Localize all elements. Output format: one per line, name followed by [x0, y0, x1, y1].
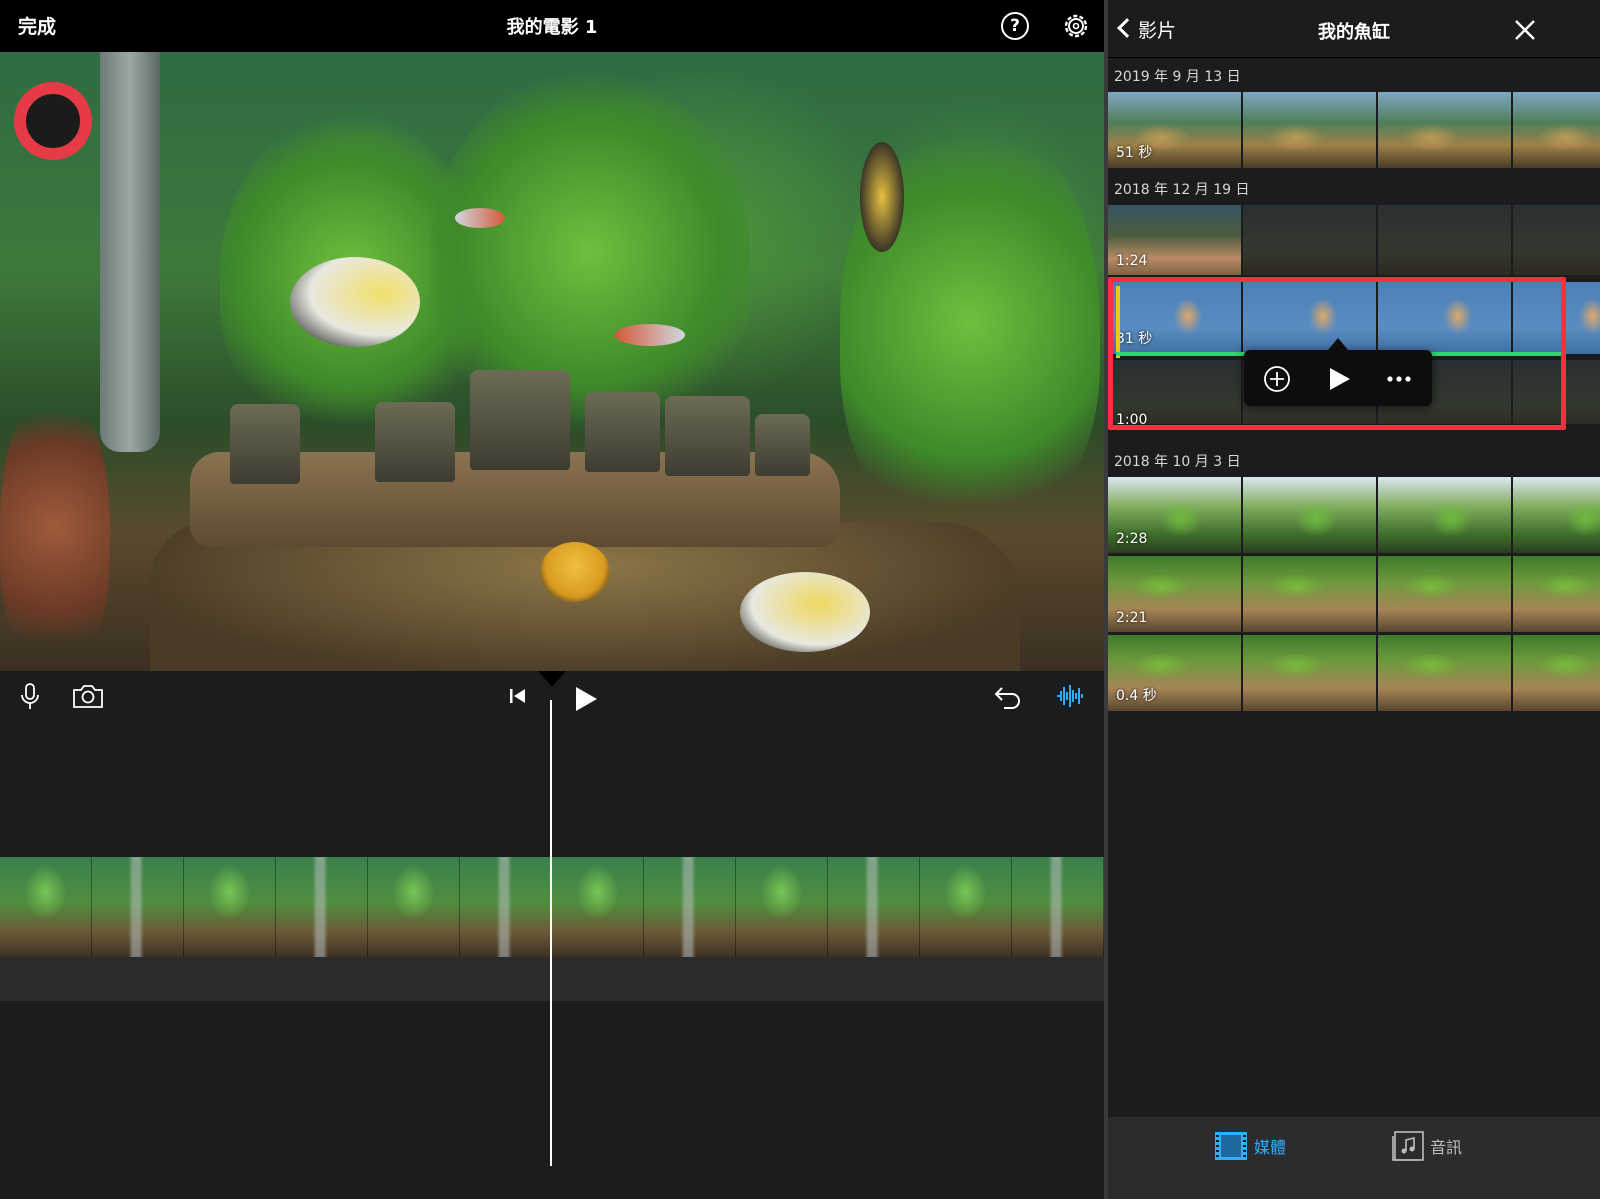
clip-thumbnail	[1243, 556, 1378, 632]
playhead-marker	[538, 671, 566, 687]
media-browser: 影片 我的魚缸 2019 年 9 月 13 日 51 秒 2018 年 12 月…	[1108, 0, 1600, 1199]
close-icon[interactable]	[1513, 18, 1537, 42]
timeline-frame	[368, 857, 460, 957]
clip-thumbnail	[1243, 205, 1378, 275]
ornament-house	[755, 414, 810, 476]
media-clip[interactable]: 51 秒	[1108, 92, 1600, 168]
tab-audio-label: 音訊	[1430, 1138, 1463, 1157]
skip-to-start-icon[interactable]	[508, 686, 528, 706]
angelfish	[740, 572, 870, 652]
timeline-frame	[276, 857, 368, 957]
clip-thumbnail	[1378, 92, 1513, 168]
add-circle-icon[interactable]	[1262, 364, 1292, 394]
media-clip[interactable]: 2:28	[1108, 477, 1600, 553]
clip-duration: 1:24	[1116, 253, 1148, 269]
clip-thumbnail	[1378, 477, 1513, 553]
angelfish	[540, 542, 610, 602]
timeline-frame	[736, 857, 828, 957]
timeline-frame	[92, 857, 184, 957]
date-header: 2019 年 9 月 13 日	[1114, 69, 1241, 85]
clip-thumbnail	[1243, 635, 1378, 711]
project-title: 我的電影 1	[506, 17, 598, 38]
video-preview[interactable]	[0, 52, 1104, 671]
clip-duration: 51 秒	[1116, 145, 1153, 161]
clip-thumbnail	[1513, 556, 1600, 632]
timeline-frame	[828, 857, 920, 957]
clip-thumbnail	[1243, 92, 1378, 168]
timeline-frame	[644, 857, 736, 957]
waveform-icon[interactable]	[1056, 683, 1084, 709]
media-nav-bar: 影片 我的魚缸	[1108, 0, 1600, 58]
ornament-house	[470, 370, 570, 470]
date-header: 2018 年 10 月 3 日	[1114, 454, 1241, 470]
ornament-house	[230, 404, 300, 484]
more-icon[interactable]	[1384, 364, 1414, 394]
clip-thumbnail	[1513, 92, 1600, 168]
ornament-house	[585, 392, 660, 472]
top-bar: 完成 我的電影 1 ?	[0, 0, 1104, 52]
help-icon[interactable]: ?	[1001, 12, 1029, 40]
ornament-house	[375, 402, 455, 482]
editor-pane: 完成 我的電影 1 ?	[0, 0, 1104, 1199]
clip-thumbnail	[1513, 477, 1600, 553]
timeline-video-clip[interactable]	[0, 857, 1104, 957]
media-clip[interactable]: 0.4 秒	[1108, 635, 1600, 711]
undo-icon[interactable]	[994, 684, 1022, 710]
plant	[0, 382, 110, 671]
clip-thumbnail	[1243, 477, 1378, 553]
angelfish	[290, 257, 420, 347]
timeline-frame	[460, 857, 552, 957]
timeline-frame	[920, 857, 1012, 957]
timeline-frame	[0, 857, 92, 957]
tab-audio[interactable]: 音訊	[1392, 1131, 1462, 1161]
date-header: 2018 年 12 月 19 日	[1114, 182, 1250, 198]
microphone-icon[interactable]	[20, 683, 40, 711]
tab-media-label: 媒體	[1254, 1138, 1287, 1157]
media-clip[interactable]: 2:21	[1108, 556, 1600, 632]
clip-thumbnail	[1378, 556, 1513, 632]
clip-duration: 2:21	[1116, 610, 1148, 626]
timeline-frame	[1012, 857, 1104, 957]
timeline-frame	[552, 857, 644, 957]
ornament-house	[665, 396, 750, 476]
angelfish	[860, 142, 904, 252]
tab-media[interactable]: 媒體	[1214, 1131, 1286, 1161]
play-icon[interactable]	[572, 685, 600, 713]
clip-action-popup	[1244, 338, 1432, 406]
film-icon	[1215, 1132, 1247, 1160]
audio-lane[interactable]	[0, 957, 1104, 1001]
clip-thumbnail	[1513, 205, 1600, 275]
playhead[interactable]	[550, 700, 552, 1166]
clip-duration: 2:28	[1116, 531, 1148, 547]
heater-knob	[14, 82, 92, 160]
clip-thumbnail	[1378, 205, 1513, 275]
clip-thumbnail	[1513, 635, 1600, 711]
small-fish	[455, 208, 505, 228]
heater-tube	[100, 52, 160, 452]
clip-duration: 0.4 秒	[1116, 688, 1157, 704]
music-note-icon	[1392, 1131, 1424, 1161]
timeline-frame	[184, 857, 276, 957]
camera-icon[interactable]	[72, 683, 104, 709]
play-icon[interactable]	[1324, 364, 1354, 394]
small-fish	[615, 324, 685, 346]
bottom-tab-bar: 媒體 音訊	[1108, 1117, 1600, 1199]
media-clip[interactable]: 1:24	[1108, 205, 1600, 275]
gear-icon[interactable]	[1061, 11, 1091, 41]
clip-thumbnail	[1378, 635, 1513, 711]
